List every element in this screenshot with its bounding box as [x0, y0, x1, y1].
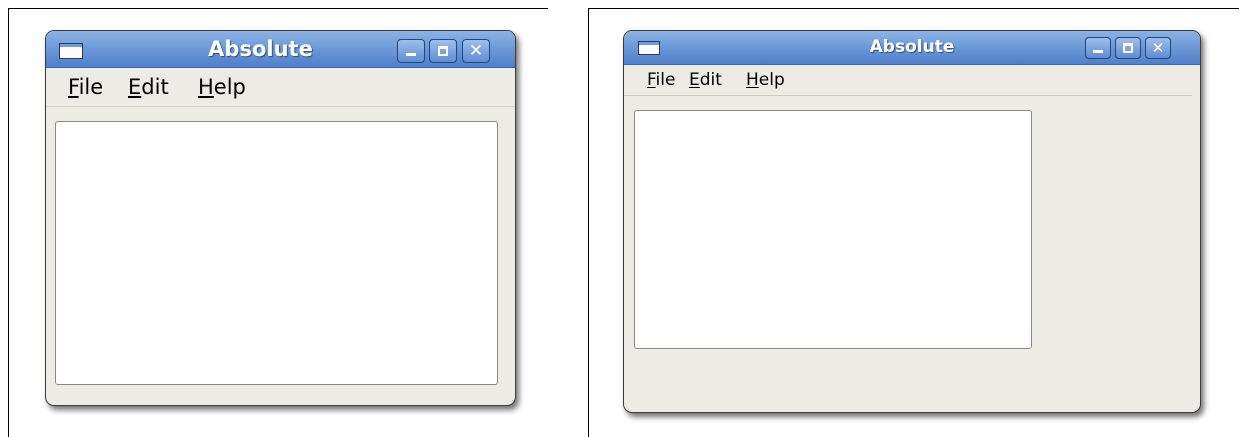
menu-edit-mnemonic: E — [689, 70, 700, 90]
menu-edit-label: dit — [699, 70, 722, 90]
close-icon: ✕ — [468, 41, 484, 61]
menu-help-mnemonic: H — [746, 70, 759, 90]
maximize-icon — [1123, 43, 1133, 53]
minimize-icon — [1093, 50, 1103, 53]
text-area[interactable] — [634, 110, 1032, 349]
window-title: Absolute — [869, 37, 955, 57]
absolute-window-right: Absolute ✕ File Edit Help — [623, 30, 1201, 413]
absolute-window-left: Absolute ✕ File Edit Help — [45, 30, 516, 406]
menu-help-label: elp — [213, 75, 246, 99]
menu-file[interactable]: File — [647, 65, 675, 95]
menu-file-mnemonic: F — [647, 70, 656, 90]
close-button[interactable]: ✕ — [462, 39, 490, 63]
menu-edit[interactable]: Edit — [128, 68, 169, 106]
table-rule-top-left — [8, 8, 548, 9]
menu-file[interactable]: File — [68, 68, 103, 106]
minimize-icon — [406, 53, 416, 56]
text-area[interactable] — [55, 121, 498, 385]
minimize-button[interactable] — [397, 39, 425, 63]
minimize-button[interactable] — [1085, 37, 1111, 59]
maximize-button[interactable] — [1115, 37, 1141, 59]
menu-bar: File Edit Help — [46, 68, 515, 107]
menu-edit-mnemonic: E — [128, 75, 142, 99]
title-bar[interactable]: Absolute ✕ — [46, 31, 515, 68]
menu-edit[interactable]: Edit — [689, 65, 722, 95]
maximize-button[interactable] — [429, 39, 457, 63]
close-button[interactable]: ✕ — [1145, 37, 1171, 59]
menu-help-mnemonic: H — [198, 75, 214, 99]
menu-file-label: ile — [655, 70, 676, 90]
maximize-icon — [438, 46, 448, 56]
menu-file-label: ile — [78, 75, 104, 99]
menu-help-label: elp — [758, 70, 785, 90]
menu-help[interactable]: Help — [746, 65, 785, 95]
menu-help[interactable]: Help — [198, 68, 246, 106]
table-rule-top-right — [588, 8, 1239, 9]
table-rule-left — [8, 8, 9, 437]
menu-bar: File Edit Help — [624, 65, 1192, 96]
menu-file-mnemonic: F — [68, 75, 79, 99]
title-bar[interactable]: Absolute ✕ — [624, 31, 1200, 65]
table-rule-middle — [588, 8, 589, 437]
menu-edit-label: dit — [141, 75, 169, 99]
close-icon: ✕ — [1151, 39, 1165, 57]
